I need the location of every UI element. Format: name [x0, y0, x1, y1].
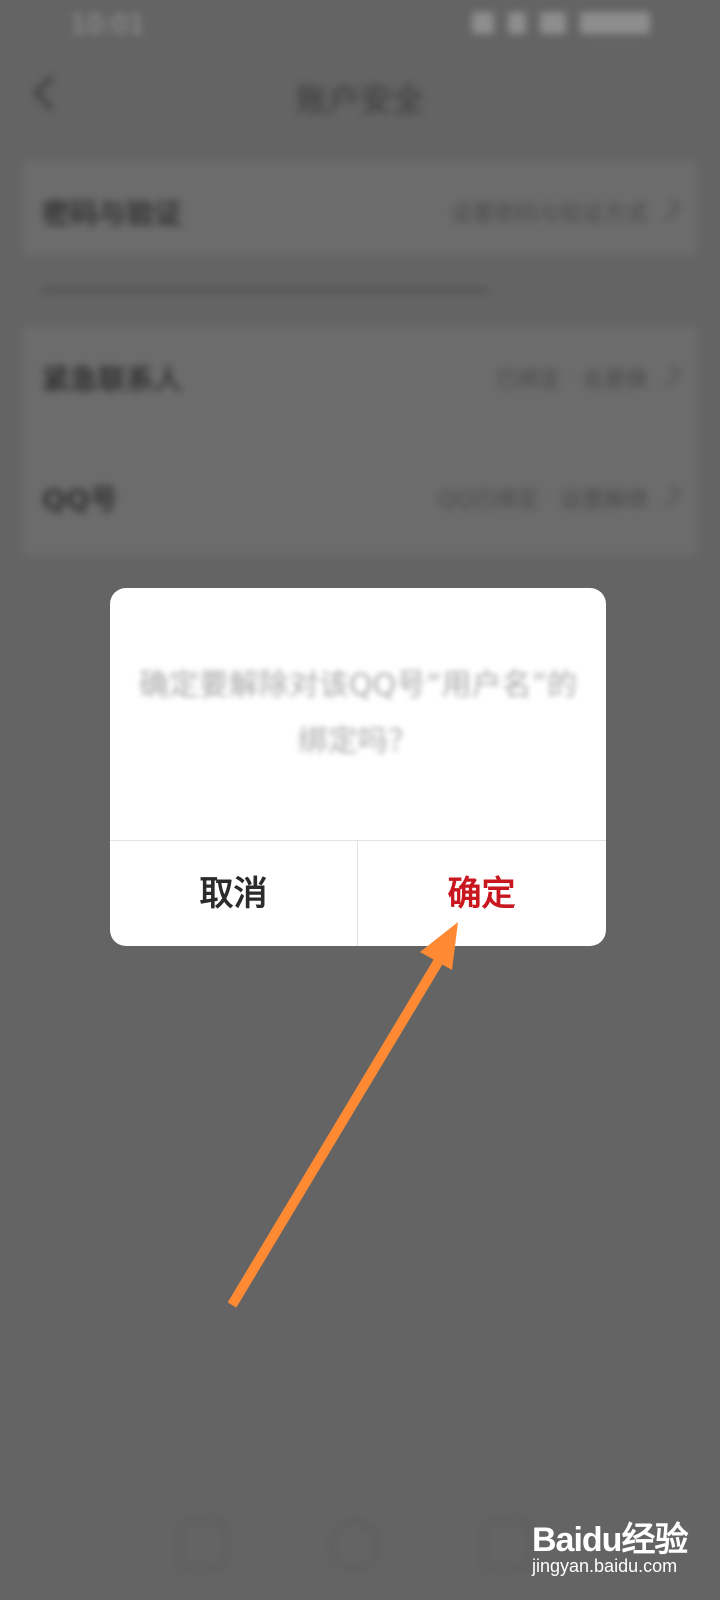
signal-icon [472, 12, 494, 34]
watermark-domain: jingyan.baidu.com [532, 1556, 678, 1576]
settings-row-label: QQ号 [42, 483, 118, 516]
confirm-dialog: 确定要解除对该QQ号“用户名”的绑定吗？ 取消 确定 [110, 588, 606, 946]
page-title: 账户安全 [295, 81, 424, 119]
settings-row-qq[interactable]: QQ号 QQ已绑定 · 设置解绑 [22, 464, 698, 524]
back-icon[interactable] [482, 1520, 532, 1570]
cancel-button[interactable]: 取消 [110, 841, 357, 946]
chevron-right-icon [658, 364, 681, 387]
dialog-message: 确定要解除对该QQ号“用户名”的绑定吗？ [138, 668, 578, 759]
home-icon[interactable] [330, 1520, 380, 1570]
wifi-icon [540, 12, 566, 34]
chevron-right-icon [658, 484, 681, 507]
settings-row-value: 已绑定 · 去更换 [495, 368, 648, 393]
nav-bar: 账户安全 [0, 55, 720, 135]
settings-row-value: QQ已绑定 · 设置解绑 [438, 488, 648, 513]
status-bar: 10:01 [0, 0, 720, 50]
watermark-brand: Baidu经验 [532, 1521, 688, 1559]
settings-row-label: 密码与验证 [42, 197, 183, 230]
settings-row-emergency[interactable]: 紧急联系人 已绑定 · 去更换 [22, 344, 698, 404]
recent-apps-icon[interactable] [178, 1520, 228, 1570]
status-time: 10:01 [70, 10, 145, 40]
baidu-jingyan-watermark: Baidu经验 jingyan.baidu.com [532, 1506, 702, 1586]
settings-row-label: 紧急联系人 [42, 363, 183, 396]
battery-icon [580, 12, 650, 34]
settings-note: ━━━━━━━━━━━━━━━━━━━━━━━━━━━━━━━━━━━━━ [42, 278, 488, 302]
chevron-right-icon [658, 198, 681, 221]
confirm-button[interactable]: 确定 [358, 841, 605, 946]
settings-row-password[interactable]: 密码与验证 设置密码与验证方式 [22, 178, 698, 238]
status-icons [472, 12, 650, 34]
sim-icon [508, 12, 526, 34]
settings-row-value: 设置密码与验证方式 [449, 202, 648, 227]
